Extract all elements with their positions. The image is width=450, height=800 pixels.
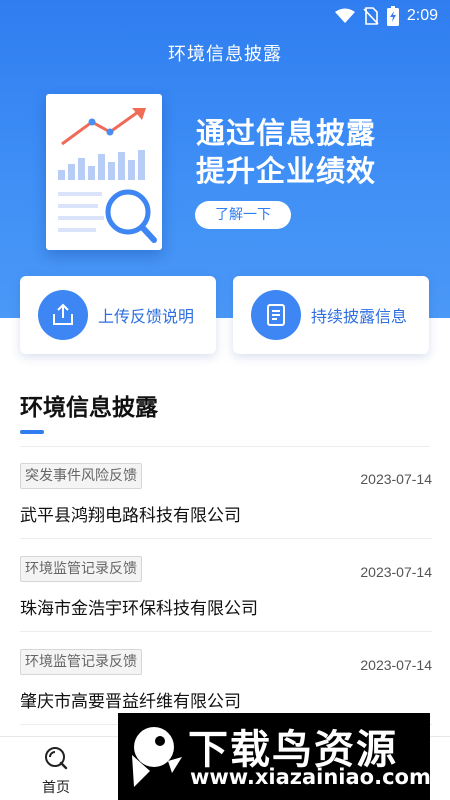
document-icon-circle xyxy=(251,290,301,340)
upload-feedback-label: 上传反馈说明 xyxy=(98,307,195,326)
news-tag: 环境监管记录反馈 xyxy=(20,649,142,675)
list-item[interactable]: 突发事件风险反馈 2023-07-14 武平县鸿翔电路科技有限公司 xyxy=(20,447,432,539)
watermark-overlay: 下载鸟资源 www.xiazainiao.com xyxy=(118,713,431,800)
slogan-line-2: 提升企业绩效 xyxy=(196,154,377,188)
slogan-line-1: 通过信息披露 xyxy=(196,116,377,150)
banner-slogan: 通过信息披露 提升企业绩效 xyxy=(196,114,376,190)
status-icons: 2:09 xyxy=(334,6,438,26)
learn-more-button[interactable]: 了解一下 xyxy=(195,201,291,229)
page-title: 环境信息披露 xyxy=(168,44,282,65)
news-tag: 环境监管记录反馈 xyxy=(20,556,142,582)
battery-charging-icon xyxy=(386,6,399,26)
status-time: 2:09 xyxy=(406,7,438,24)
news-date: 2023-07-14 xyxy=(360,471,432,487)
disclose-info-label: 持续披露信息 xyxy=(311,307,408,326)
list-item[interactable]: 环境监管记录反馈 2023-07-14 珠海市金浩宇环保科技有限公司 xyxy=(20,540,432,632)
news-date: 2023-07-14 xyxy=(360,657,432,673)
tab-home[interactable]: 首页 xyxy=(26,745,86,797)
watermark-url: www.xiazainiao.com xyxy=(190,765,431,789)
app-screen: 2:09 环境信息披露 通过信息披露 提升企业绩效 了解一下 上传反馈说明 持续… xyxy=(0,0,450,800)
upload-icon-circle xyxy=(38,290,88,340)
news-company: 珠海市金浩宇环保科技有限公司 xyxy=(20,599,258,619)
document-list-icon xyxy=(267,304,285,326)
hero-banner: 2:09 环境信息披露 通过信息披露 提升企业绩效 了解一下 xyxy=(0,0,450,318)
section-underline xyxy=(20,430,44,434)
no-sim-icon xyxy=(363,7,379,25)
upload-icon xyxy=(53,303,73,325)
news-date: 2023-07-14 xyxy=(360,564,432,580)
wifi-icon xyxy=(334,8,355,23)
news-tag: 突发事件风险反馈 xyxy=(20,463,142,489)
news-company: 武平县鸿翔电路科技有限公司 xyxy=(20,506,241,526)
section-title: 环境信息披露 xyxy=(20,395,158,421)
bird-logo-icon xyxy=(132,727,182,787)
search-circle-icon xyxy=(45,747,68,770)
list-item[interactable]: 环境监管记录反馈 2023-07-14 肇庆市高要晋益纤维有限公司 xyxy=(20,633,432,725)
upload-feedback-card[interactable]: 上传反馈说明 xyxy=(20,276,216,354)
tab-home-label: 首页 xyxy=(42,780,70,796)
report-chart-magnifier-icon xyxy=(46,94,168,256)
news-company: 肇庆市高要晋益纤维有限公司 xyxy=(20,692,241,712)
status-bar: 2:09 xyxy=(0,0,450,32)
disclose-info-card[interactable]: 持续披露信息 xyxy=(233,276,429,354)
